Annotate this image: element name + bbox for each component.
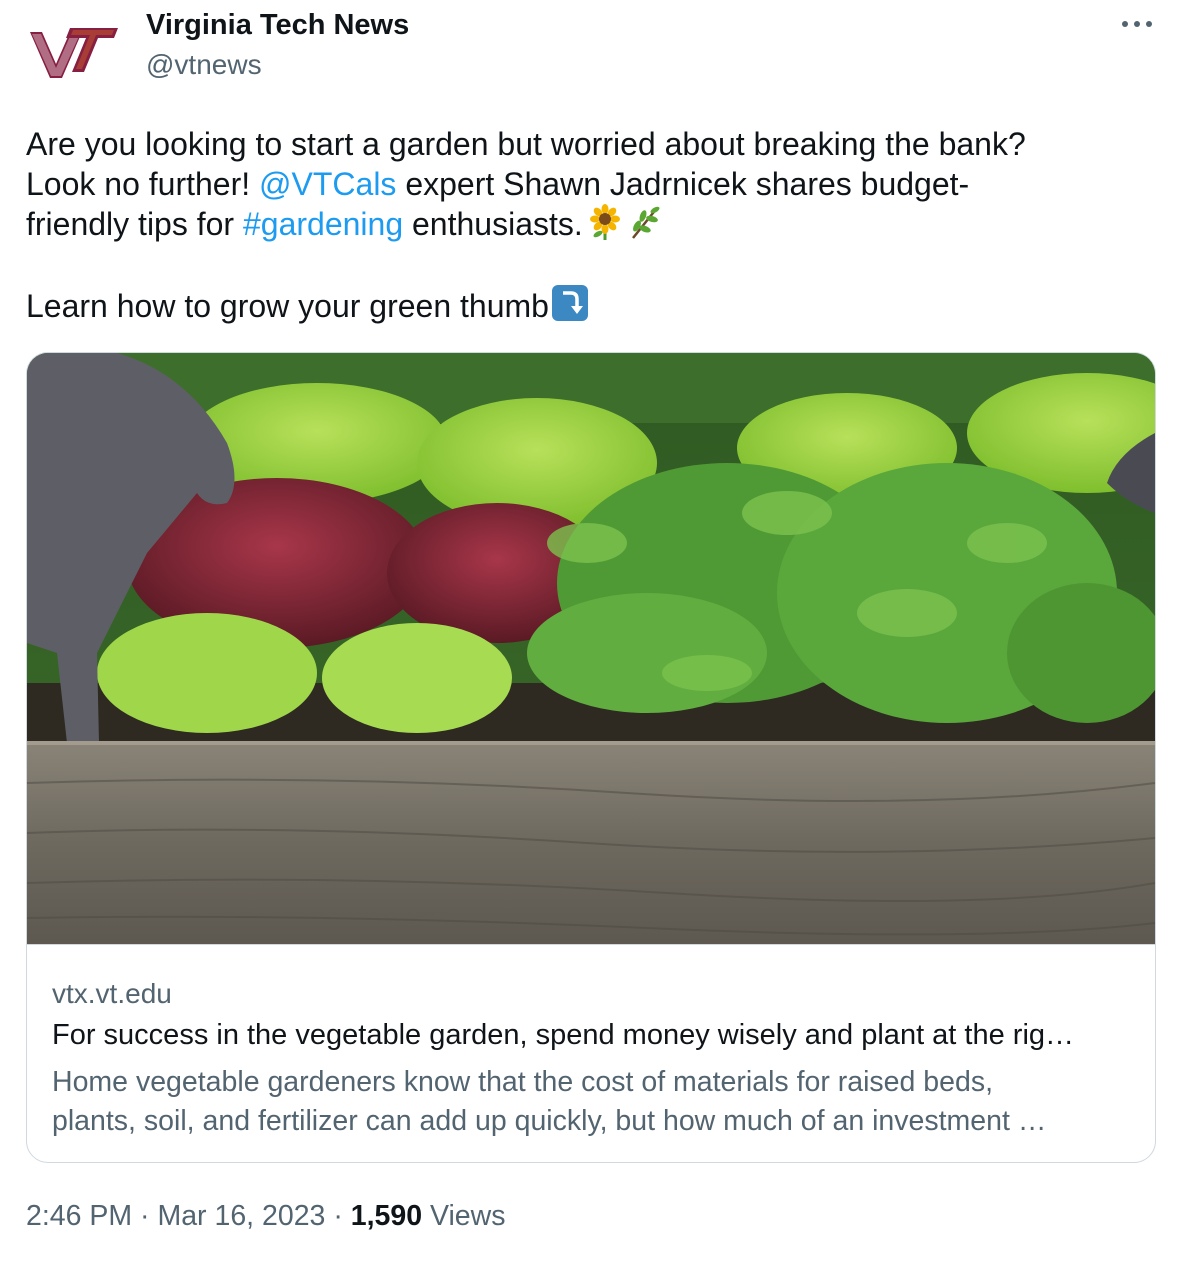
mention-link[interactable]: @VTCals [259,166,396,202]
herb-icon [631,206,660,239]
hashtag-link[interactable]: #gardening [243,206,403,242]
tweet-line: Are you looking to start a garden but wo… [26,126,1026,162]
card-title: For success in the vegetable garden, spe… [52,1019,1075,1051]
link-preview-card[interactable]: vtx.vt.edu For success in the vegetable … [26,352,1156,1163]
author-handle[interactable]: @vtnews [146,48,262,82]
views-label: Views [422,1200,506,1232]
arrow-down-curve-icon [551,285,588,321]
author-name[interactable]: Virginia Tech News [146,8,409,42]
tweet-header: Virginia Tech News @vtnews [0,0,1184,110]
card-description: Home vegetable gardeners know that the c… [52,1066,1047,1137]
virginia-tech-logo-icon[interactable] [26,18,122,90]
tweet-metadata: 2:46 PM · Mar 16, 2023 · 1,590 Views [26,1198,506,1234]
tweet-body: Are you looking to start a garden but wo… [26,124,1146,326]
more-options-icon[interactable] [1112,4,1162,44]
tweet-line: Learn how to grow your green thumb [26,284,1146,326]
card-divider [27,944,1155,945]
timestamp-link[interactable]: 2:46 PM · Mar 16, 2023 · [26,1200,351,1232]
sunflower-icon [589,204,620,240]
tweet-line: friendly tips for #gardening enthusiasts… [26,204,1146,244]
raised-garden-bed-photo[interactable] [27,353,1155,944]
views-count: 1,590 [350,1200,423,1232]
tweet-line: Look no further! @VTCals expert Shawn Ja… [26,166,970,202]
card-domain: vtx.vt.edu [52,978,172,1009]
